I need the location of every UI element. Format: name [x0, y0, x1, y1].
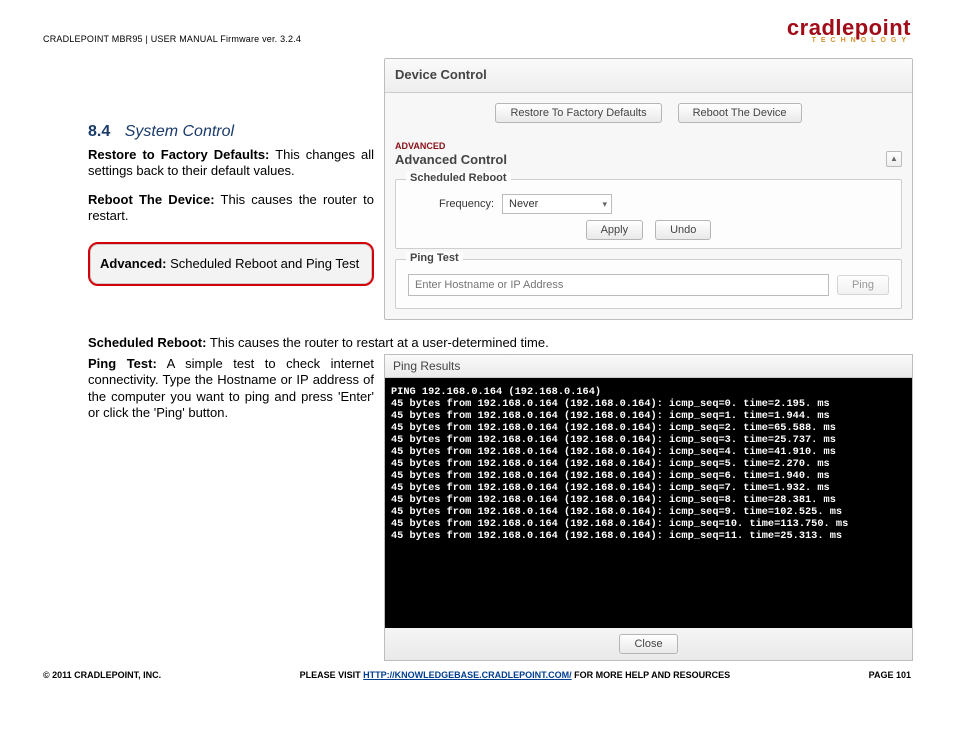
footer-center-prefix: PLEASE VISIT	[300, 670, 364, 680]
footer-center: PLEASE VISIT HTTP://KNOWLEDGEBASE.CRADLE…	[161, 670, 868, 680]
footer-right: PAGE 101	[869, 670, 911, 680]
advanced-control-title: Advanced Control ▲	[385, 151, 912, 173]
device-control-title: Device Control	[385, 59, 912, 93]
ping-test-row: Ping	[408, 274, 889, 296]
apply-button[interactable]: Apply	[586, 220, 644, 240]
device-control-buttons: Restore To Factory Defaults Reboot The D…	[385, 93, 912, 137]
doc-footer: © 2011 CRADLEPOINT, INC. PLEASE VISIT HT…	[43, 670, 911, 680]
brand-logo-main: cradlepoint	[787, 18, 911, 38]
frequency-value: Never	[509, 198, 538, 210]
ping-results-panel: Ping Results PING 192.168.0.164 (192.168…	[384, 354, 913, 661]
doc-header-text: CRADLEPOINT MBR95 | USER MANUAL Firmware…	[43, 34, 301, 44]
adv-label: Advanced:	[100, 256, 166, 271]
body-left-column: 8.4 System Control Restore to Factory De…	[88, 123, 374, 304]
advanced-tag: ADVANCED	[385, 137, 912, 151]
doc-header: CRADLEPOINT MBR95 | USER MANUAL Firmware…	[43, 18, 911, 44]
adv-text: Scheduled Reboot and Ping Test	[166, 256, 359, 271]
close-button[interactable]: Close	[619, 634, 677, 654]
advanced-control-label: Advanced Control	[395, 152, 507, 167]
para-restore: Restore to Factory Defaults: This change…	[88, 147, 374, 180]
para-scheduled-reboot: Scheduled Reboot: This causes the router…	[88, 335, 602, 351]
ping-results-title: Ping Results	[385, 355, 912, 378]
scheduled-reboot-buttons: Apply Undo	[408, 220, 889, 240]
ping-label: Ping Test:	[88, 356, 157, 371]
ping-results-terminal: PING 192.168.0.164 (192.168.0.164) 45 by…	[385, 378, 912, 628]
frequency-select[interactable]: Never ▾	[502, 194, 612, 214]
footer-center-suffix: FOR MORE HELP AND RESOURCES	[572, 670, 731, 680]
undo-button[interactable]: Undo	[655, 220, 711, 240]
collapse-button[interactable]: ▲	[886, 151, 902, 167]
section-name: System Control	[125, 123, 234, 140]
advanced-highlight-box: Advanced: Scheduled Reboot and Ping Test	[88, 242, 374, 286]
chevron-down-icon: ▾	[602, 199, 607, 210]
scheduled-reboot-fieldset: Scheduled Reboot Frequency: Never ▾ Appl…	[395, 179, 902, 249]
ping-test-legend: Ping Test	[406, 252, 463, 264]
restore-defaults-button[interactable]: Restore To Factory Defaults	[495, 103, 661, 123]
section-number: 8.4	[88, 123, 110, 140]
ping-button[interactable]: Ping	[837, 275, 889, 295]
reboot-device-button[interactable]: Reboot The Device	[678, 103, 802, 123]
scheduled-reboot-legend: Scheduled Reboot	[406, 172, 511, 184]
footer-link[interactable]: HTTP://KNOWLEDGEBASE.CRADLEPOINT.COM/	[363, 670, 572, 680]
sched-label: Scheduled Reboot:	[88, 335, 206, 350]
frequency-label: Frequency:	[408, 198, 494, 210]
para-reboot: Reboot The Device: This causes the route…	[88, 192, 374, 225]
ping-test-fieldset: Ping Test Ping	[395, 259, 902, 309]
para-ping-test: Ping Test: A simple test to check intern…	[88, 356, 374, 421]
para-reboot-label: Reboot The Device:	[88, 192, 215, 207]
sched-text: This causes the router to restart at a u…	[206, 335, 548, 350]
ping-results-footer: Close	[385, 628, 912, 660]
para-restore-label: Restore to Factory Defaults:	[88, 147, 269, 162]
section-title: 8.4 System Control	[88, 123, 374, 141]
ping-host-input[interactable]	[408, 274, 829, 296]
footer-left: © 2011 CRADLEPOINT, INC.	[43, 670, 161, 680]
device-control-panel: Device Control Restore To Factory Defaul…	[384, 58, 913, 320]
brand-logo: cradlepoint TECHNOLOGY	[787, 18, 911, 44]
frequency-row: Frequency: Never ▾	[408, 194, 889, 214]
